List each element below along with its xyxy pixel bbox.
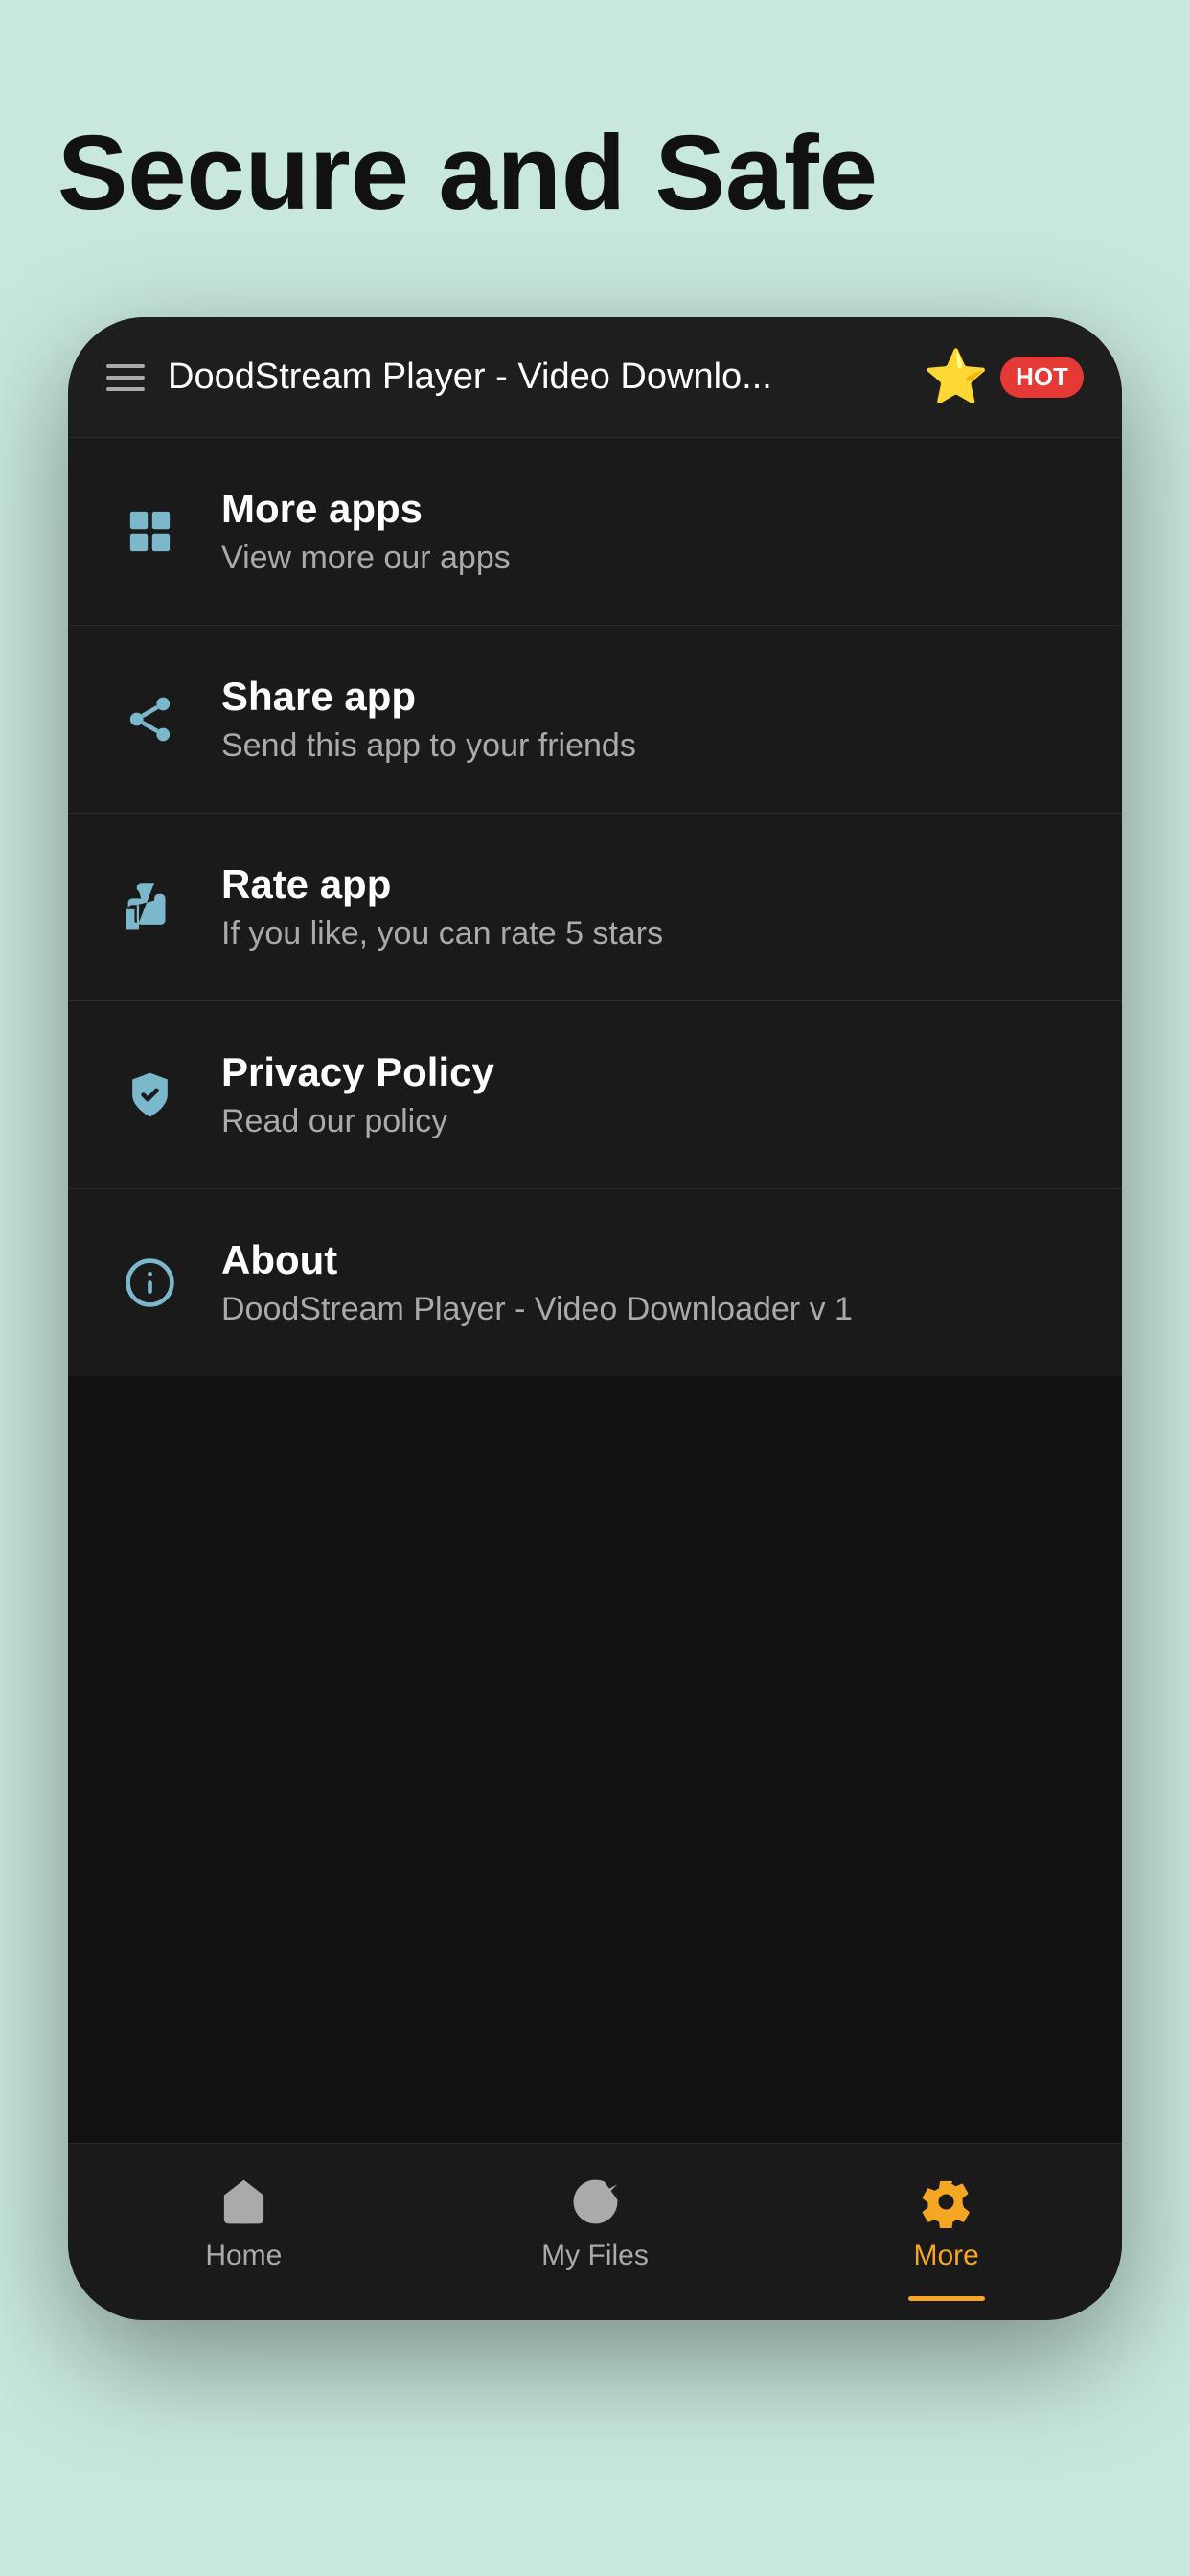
phone-frame: DoodStream Player - Video Downlo... ⭐ HO… [68, 317, 1122, 2320]
home-icon [215, 2173, 272, 2230]
menu-label-more-apps: More apps [221, 486, 511, 532]
menu-sublabel-share-app: Send this app to your friends [221, 727, 636, 765]
grid-icon [116, 498, 183, 565]
menu-label-privacy-policy: Privacy Policy [221, 1049, 494, 1095]
menu-item-about[interactable]: About DoodStream Player - Video Download… [68, 1189, 1122, 1376]
menu-item-rate-app[interactable]: Rate app If you like, you can rate 5 sta… [68, 814, 1122, 1001]
share-icon [116, 686, 183, 753]
hot-badge: HOT [1000, 356, 1084, 398]
menu-item-more-apps[interactable]: More apps View more our apps [68, 438, 1122, 626]
my-files-icon [566, 2173, 624, 2230]
menu-sublabel-about: DoodStream Player - Video Downloader v 1 [221, 1291, 853, 1328]
bottom-nav: Home My Files More [68, 2143, 1122, 2320]
menu-label-about: About [221, 1237, 853, 1283]
top-bar-left: DoodStream Player - Video Downlo... [106, 356, 772, 398]
star-icon: ⭐ [924, 346, 989, 408]
shield-icon [116, 1062, 183, 1129]
nav-label-my-files: My Files [541, 2240, 649, 2272]
nav-item-my-files[interactable]: My Files [420, 2173, 771, 2272]
menu-item-share-app[interactable]: Share app Send this app to your friends [68, 626, 1122, 814]
menu-label-rate-app: Rate app [221, 862, 663, 908]
phone-wrapper: DoodStream Player - Video Downlo... ⭐ HO… [68, 317, 1122, 2320]
menu-text-more-apps: More apps View more our apps [221, 486, 511, 577]
top-bar: DoodStream Player - Video Downlo... ⭐ HO… [68, 317, 1122, 438]
top-bar-icons: ⭐ HOT [924, 346, 1084, 408]
nav-item-home[interactable]: Home [68, 2173, 420, 2272]
menu-label-share-app: Share app [221, 674, 636, 720]
thumb-icon [116, 874, 183, 941]
menu-text-share-app: Share app Send this app to your friends [221, 674, 636, 765]
menu-text-rate-app: Rate app If you like, you can rate 5 sta… [221, 862, 663, 953]
page-title: Secure and Safe [57, 115, 878, 231]
nav-item-more[interactable]: More [770, 2173, 1122, 2272]
menu-list: More apps View more our apps Share [68, 438, 1122, 1376]
nav-label-more: More [914, 2240, 979, 2272]
menu-sublabel-more-apps: View more our apps [221, 540, 511, 577]
menu-sublabel-rate-app: If you like, you can rate 5 stars [221, 915, 663, 953]
menu-text-privacy-policy: Privacy Policy Read our policy [221, 1049, 494, 1140]
content-area [68, 1376, 1122, 2143]
hamburger-menu-icon[interactable] [106, 364, 145, 391]
menu-text-about: About DoodStream Player - Video Download… [221, 1237, 853, 1328]
app-title: DoodStream Player - Video Downlo... [168, 356, 772, 398]
menu-sublabel-privacy-policy: Read our policy [221, 1103, 494, 1140]
menu-item-privacy-policy[interactable]: Privacy Policy Read our policy [68, 1001, 1122, 1189]
nav-label-home: Home [205, 2240, 282, 2272]
more-icon [918, 2173, 975, 2230]
info-icon [116, 1250, 183, 1317]
